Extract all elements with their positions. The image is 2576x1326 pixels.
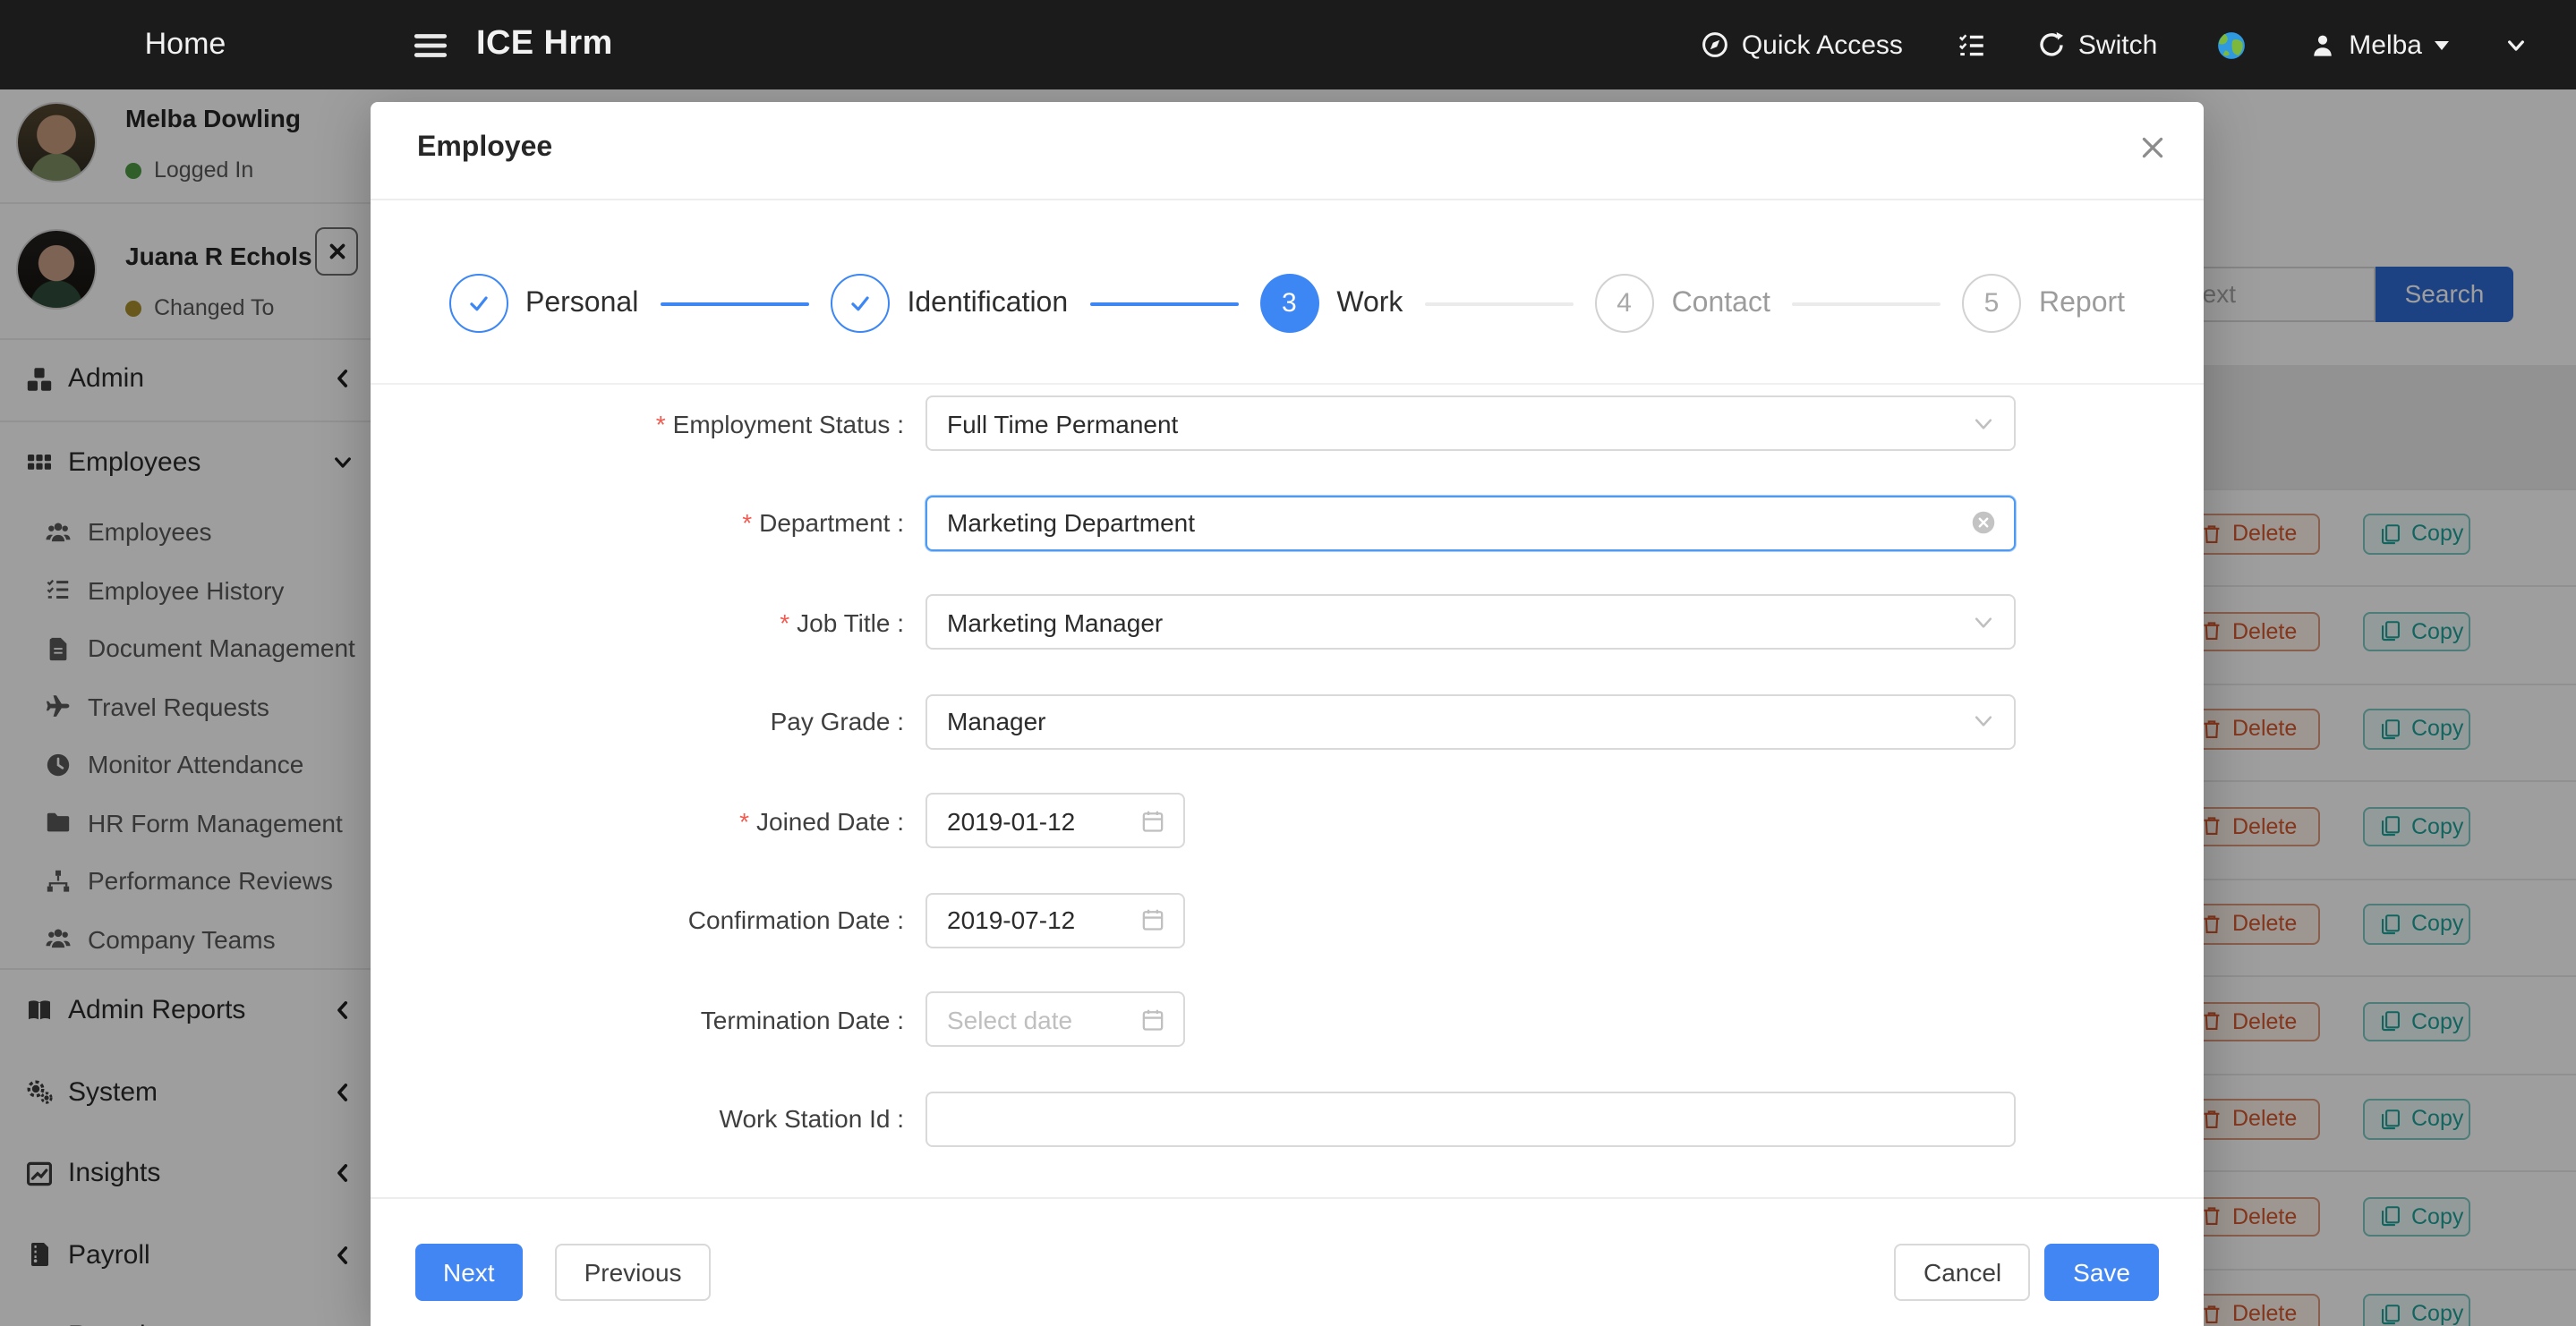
user-menu[interactable]: Melba [2309,30,2449,60]
pay-grade-select[interactable]: Manager [925,693,2016,749]
switch-label: Switch [2078,30,2157,60]
close-icon [2137,132,2168,162]
form-row: Confirmation Date : 2019-07-12 [370,892,2204,948]
user-menu-label: Melba [2349,30,2422,60]
step-connector [660,302,808,305]
confirmation-date-picker[interactable]: 2019-07-12 [925,892,1185,948]
person-icon [2309,31,2336,58]
compass-icon [1701,30,1729,59]
confirmation-date-label: Confirmation Date : [370,905,904,934]
step-report[interactable]: 5 Report [1962,274,2125,333]
department-label: *Department : [370,508,904,537]
termination-date-picker[interactable]: Select date [925,991,1185,1047]
check-icon [463,288,493,319]
calendar-icon [1140,808,1165,833]
required-mark: * [742,508,752,537]
employment-status-select[interactable]: Full Time Permanent [925,395,2016,451]
step-connector [1424,302,1573,305]
step-work[interactable]: 3 Work [1259,274,1403,333]
switch-refresh-icon [2037,30,2066,59]
employee-modal: Employee Personal Identification 3 Work [370,101,2204,1326]
next-button[interactable]: Next [414,1243,524,1300]
modal-title: Employee [417,132,552,164]
joined-date-picker[interactable]: 2019-01-12 [925,793,1185,848]
globe-language-icon[interactable] [2216,30,2247,60]
step-identification[interactable]: Identification [830,274,1068,333]
app-window: Home ICE Hrm Quick Access Switch Melba [0,0,2576,1326]
form-row: *Employment Status : Full Time Permanent [370,395,2204,451]
job-title-select[interactable]: Marketing Manager [925,594,2016,650]
work-form: *Employment Status : Full Time Permanent… [370,395,2204,1190]
form-row: Work Station Id : [370,1091,2204,1146]
checklist-icon[interactable] [1957,30,1987,60]
work-station-id-label: Work Station Id : [370,1104,904,1133]
modal-header: Employee [370,101,2204,200]
app-brand: ICE Hrm [476,25,613,64]
switch-button[interactable]: Switch [2037,30,2157,60]
cancel-button[interactable]: Cancel [1895,1243,2030,1300]
form-row: Termination Date : Select date [370,991,2204,1047]
step-connector [1792,302,1941,305]
calendar-icon [1140,1007,1165,1032]
employment-status-label: *Employment Status : [370,409,904,438]
calendar-icon [1140,907,1165,932]
quick-access-button[interactable]: Quick Access [1701,30,1903,60]
save-button[interactable]: Save [2044,1243,2159,1300]
work-station-id-input[interactable] [925,1091,2016,1146]
pay-grade-label: Pay Grade : [370,707,904,735]
footer-divider [370,1197,2204,1199]
wizard-steps: Personal Identification 3 Work 4 Contact… [370,199,2204,385]
clear-icon[interactable] [1971,510,1996,535]
chevron-down-icon [1971,709,1996,734]
required-mark: * [739,806,749,835]
quick-access-label: Quick Access [1742,30,1903,60]
form-row: *Joined Date : 2019-01-12 [370,793,2204,848]
step-contact[interactable]: 4 Contact [1595,274,1770,333]
termination-date-label: Termination Date : [370,1005,904,1033]
required-mark: * [780,608,789,636]
job-title-label: *Job Title : [370,608,904,636]
top-navbar: Home ICE Hrm Quick Access Switch Melba [0,0,2576,89]
hamburger-menu-icon[interactable] [412,26,449,64]
check-icon [844,288,874,319]
chevron-down-icon [1971,411,1996,436]
home-link[interactable]: Home [0,27,371,63]
department-input[interactable]: Marketing Department [925,495,2016,550]
previous-button[interactable]: Previous [556,1243,711,1300]
caret-down-icon [2435,40,2449,49]
step-personal[interactable]: Personal [448,274,638,333]
chevron-down-icon [1971,609,1996,634]
modal-close-button[interactable] [2137,132,2168,162]
form-row: Pay Grade : Manager [370,693,2204,749]
form-row: *Job Title : Marketing Manager [370,594,2204,650]
form-row: *Department : Marketing Department [370,495,2204,550]
chevron-down-icon[interactable] [2504,33,2528,56]
required-mark: * [656,409,666,438]
modal-footer: Next Previous Cancel Save [370,1243,2204,1300]
joined-date-label: *Joined Date : [370,806,904,835]
step-connector [1089,302,1238,305]
